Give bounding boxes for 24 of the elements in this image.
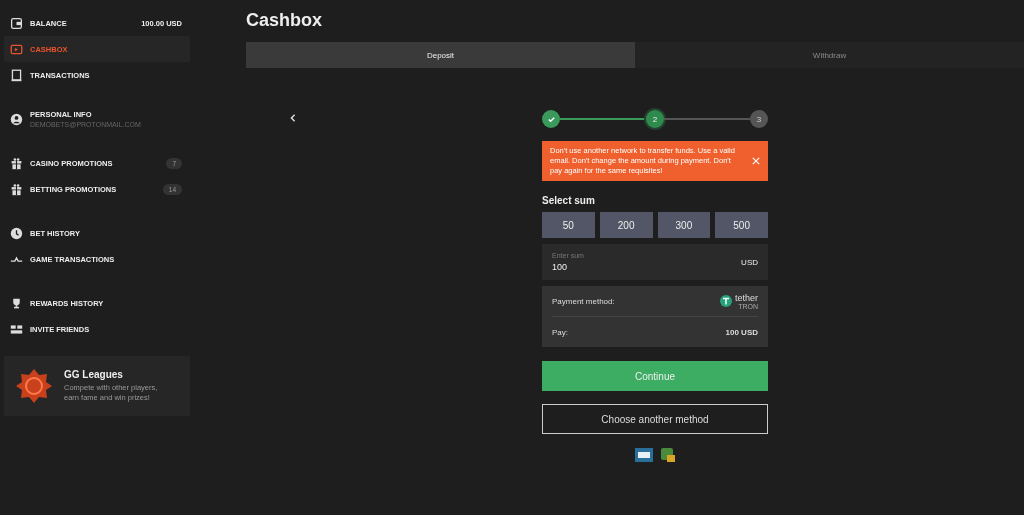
step-indicator: 3 (750, 110, 768, 128)
choose-method-button[interactable]: Choose another method (542, 404, 768, 435)
amount-button[interactable]: 300 (657, 212, 711, 239)
amount-button[interactable]: 500 (715, 212, 768, 239)
coin-icon (720, 295, 732, 308)
close-icon[interactable] (752, 157, 760, 166)
trophy-icon (10, 296, 23, 310)
gift-icon (10, 156, 23, 170)
brand-name: tether (735, 292, 758, 303)
payment-method-label: Payment method: (552, 296, 615, 306)
section-label: Select sum (542, 195, 596, 207)
clock-icon (10, 226, 23, 240)
tab[interactable]: Deposit (246, 42, 635, 68)
user-icon (10, 112, 23, 126)
doc-icon (10, 68, 23, 82)
step-indicator: 2 (646, 110, 664, 128)
gift-icon (10, 182, 23, 196)
promo-title: GG Leagues (64, 369, 124, 381)
amount-button[interactable]: 50 (542, 212, 595, 239)
pay-amount: 100 USD (725, 327, 758, 337)
pay-label: Pay: (552, 327, 568, 337)
page-title: Cashbox (246, 10, 324, 31)
amount-button[interactable]: 200 (599, 212, 653, 239)
tab[interactable]: Withdraw (635, 42, 1024, 68)
